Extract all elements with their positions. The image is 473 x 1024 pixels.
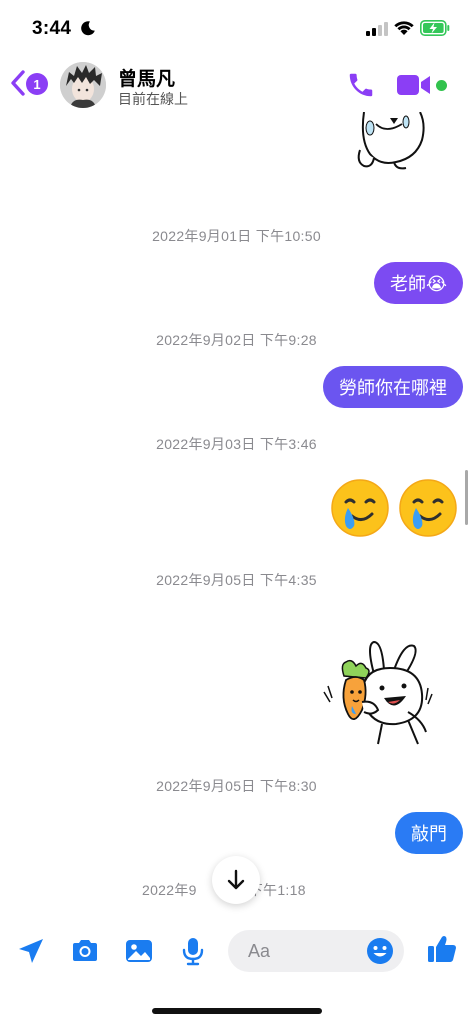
status-time: 3:44 — [32, 18, 72, 39]
camera-icon[interactable] — [70, 936, 100, 966]
rabbit-carrot-sticker[interactable] — [322, 640, 434, 746]
avatar[interactable] — [60, 62, 106, 108]
video-call-button[interactable] — [396, 71, 432, 99]
conversation-header: 1 曾馬凡 目前在線上 — [0, 56, 473, 112]
sent-message-bubble[interactable]: 老師😭 — [373, 262, 463, 304]
sent-message-bubble[interactable]: 敲門 — [395, 812, 463, 854]
message-input[interactable]: Aa — [228, 930, 404, 972]
wifi-icon — [394, 21, 414, 35]
emoji-smiley-icon[interactable] — [366, 937, 394, 965]
message-timestamp: 2022年9月02日 下午9:28 — [156, 332, 317, 348]
message-timestamp: 2022年9月03日 下午3:46 — [156, 436, 317, 452]
rabbit-sticker-partial[interactable] — [350, 112, 430, 172]
battery-charging-icon — [420, 20, 450, 36]
voice-call-button[interactable] — [346, 70, 376, 100]
moon-icon — [81, 21, 95, 36]
online-indicator — [436, 80, 447, 91]
message-timestamp: 2022年9月05日 下午8:30 — [156, 778, 317, 794]
scrollbar[interactable] — [465, 470, 468, 525]
arrow-down-icon — [227, 869, 245, 890]
message-timestamp: 2022年9月01日 下午10:50 — [152, 228, 321, 244]
send-location-arrow-icon[interactable] — [16, 936, 46, 966]
smiling-face-with-tear-emoji[interactable] — [330, 478, 390, 538]
smiling-face-with-tear-emoji[interactable] — [398, 478, 458, 538]
timestamp-date: 2022年9 — [142, 882, 197, 898]
message-input-placeholder: Aa — [248, 941, 271, 961]
chevron-left-icon — [11, 70, 25, 96]
status-bar: 3:44 — [0, 0, 473, 60]
cellular-signal-icon — [366, 22, 388, 36]
message-timestamp: 2022年9月05日 下午4:35 — [156, 572, 317, 588]
message-composer: Aa — [0, 920, 473, 980]
scroll-to-bottom-button[interactable] — [212, 856, 260, 904]
thumbs-up-icon[interactable] — [426, 933, 458, 965]
unread-count-badge: 1 — [26, 73, 48, 95]
avatar-image — [60, 62, 106, 108]
contact-status: 目前在線上 — [118, 91, 188, 107]
sent-message-bubble[interactable]: 勞師你在哪裡 — [323, 366, 463, 408]
microphone-icon[interactable] — [178, 936, 208, 966]
phone-icon — [349, 73, 373, 97]
home-indicator — [152, 1008, 322, 1014]
message-list[interactable]: 2022年9月01日 下午10:50 老師😭 2022年9月02日 下午9:28… — [0, 112, 473, 920]
contact-name[interactable]: 曾馬凡 — [118, 64, 175, 91]
video-camera-icon — [397, 75, 430, 95]
gallery-image-icon[interactable] — [124, 936, 154, 966]
